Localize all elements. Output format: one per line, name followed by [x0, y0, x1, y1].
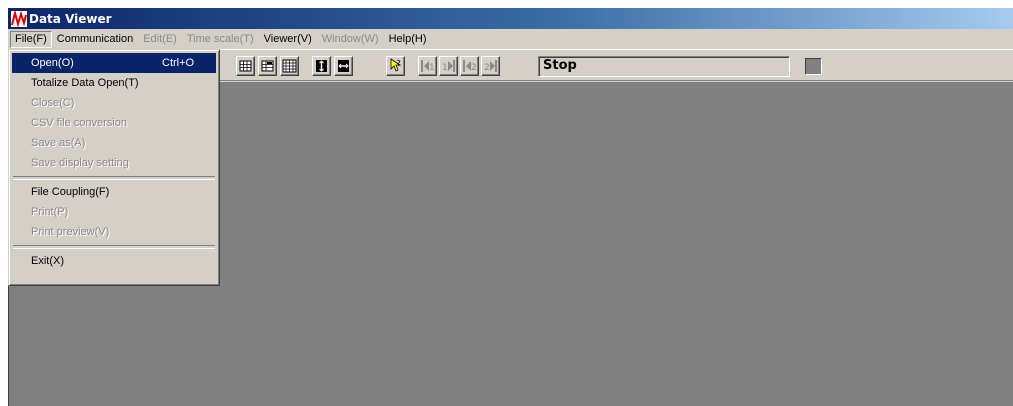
menu-communication[interactable]: Communication: [52, 31, 138, 48]
title-bar[interactable]: Data Viewer: [8, 8, 1013, 29]
app-window: Data Viewer File(F) Communication Edit(E…: [8, 8, 1013, 406]
file-dropdown-menu: Open(O) Ctrl+O Totalize Data Open(T) Clo…: [8, 49, 220, 286]
menu-viewer[interactable]: Viewer(V): [259, 31, 317, 48]
menu-time-scale[interactable]: Time scale(T): [182, 31, 259, 48]
menu-close[interactable]: Close(C): [12, 93, 216, 113]
svg-text:2: 2: [484, 63, 490, 73]
grid-list-button[interactable]: [258, 56, 277, 76]
cursor2-right-icon: 2: [484, 60, 497, 73]
status-display: Stop: [538, 56, 790, 77]
menu-exit[interactable]: Exit(X): [12, 251, 216, 271]
grid-small-icon: [239, 60, 252, 72]
horizontal-cursor-button[interactable]: [334, 56, 353, 76]
status-indicator: [805, 58, 822, 75]
menu-help[interactable]: Help(H): [384, 31, 432, 48]
cursor1-right-button[interactable]: 1: [439, 56, 458, 76]
svg-text:1: 1: [442, 63, 448, 73]
window-title: Data Viewer: [29, 11, 112, 26]
menu-open-label: Open(O): [31, 57, 74, 69]
menu-separator: [12, 242, 216, 251]
waveform-icon: [11, 10, 27, 27]
menu-save-display-setting[interactable]: Save display setting: [12, 153, 216, 173]
menu-window[interactable]: Window(W): [317, 31, 384, 48]
menu-separator: [12, 173, 216, 182]
vertical-cursor-button[interactable]: [312, 56, 331, 76]
menu-totalize-data-open[interactable]: Totalize Data Open(T): [12, 73, 216, 93]
cursor1-left-button[interactable]: 1: [418, 56, 437, 76]
menu-csv-conversion[interactable]: CSV file conversion: [12, 113, 216, 133]
svg-text:2: 2: [471, 63, 477, 73]
menu-open-shortcut: Ctrl+O: [162, 57, 195, 69]
cursor1-left-icon: 1: [421, 60, 435, 73]
cursor1-right-icon: 1: [442, 60, 455, 73]
menu-open[interactable]: Open(O) Ctrl+O: [12, 53, 216, 73]
cursor2-right-button[interactable]: 2: [481, 56, 500, 76]
help-button[interactable]: ?: [386, 56, 405, 76]
menu-file-coupling[interactable]: File Coupling(F): [12, 182, 216, 202]
svg-text:?: ?: [397, 59, 401, 68]
menu-print-preview[interactable]: Print preview(V): [12, 222, 216, 242]
grid-small-button[interactable]: [236, 56, 255, 76]
grid-list-icon: [261, 60, 274, 72]
cursor2-left-button[interactable]: 2: [460, 56, 479, 76]
grid-large-button[interactable]: [280, 56, 299, 76]
vertical-cursor-icon: [316, 60, 327, 72]
menu-print[interactable]: Print(P): [12, 202, 216, 222]
menu-bar: File(F) Communication Edit(E) Time scale…: [8, 29, 1013, 49]
svg-text:1: 1: [429, 63, 435, 73]
menu-file[interactable]: File(F): [10, 30, 52, 48]
horizontal-cursor-icon: [338, 60, 349, 72]
menu-save-as[interactable]: Save as(A): [12, 133, 216, 153]
help-pointer-icon: ?: [390, 58, 402, 72]
grid-large-icon: [282, 59, 297, 73]
cursor2-left-icon: 2: [463, 60, 477, 73]
menu-edit[interactable]: Edit(E): [138, 31, 182, 48]
